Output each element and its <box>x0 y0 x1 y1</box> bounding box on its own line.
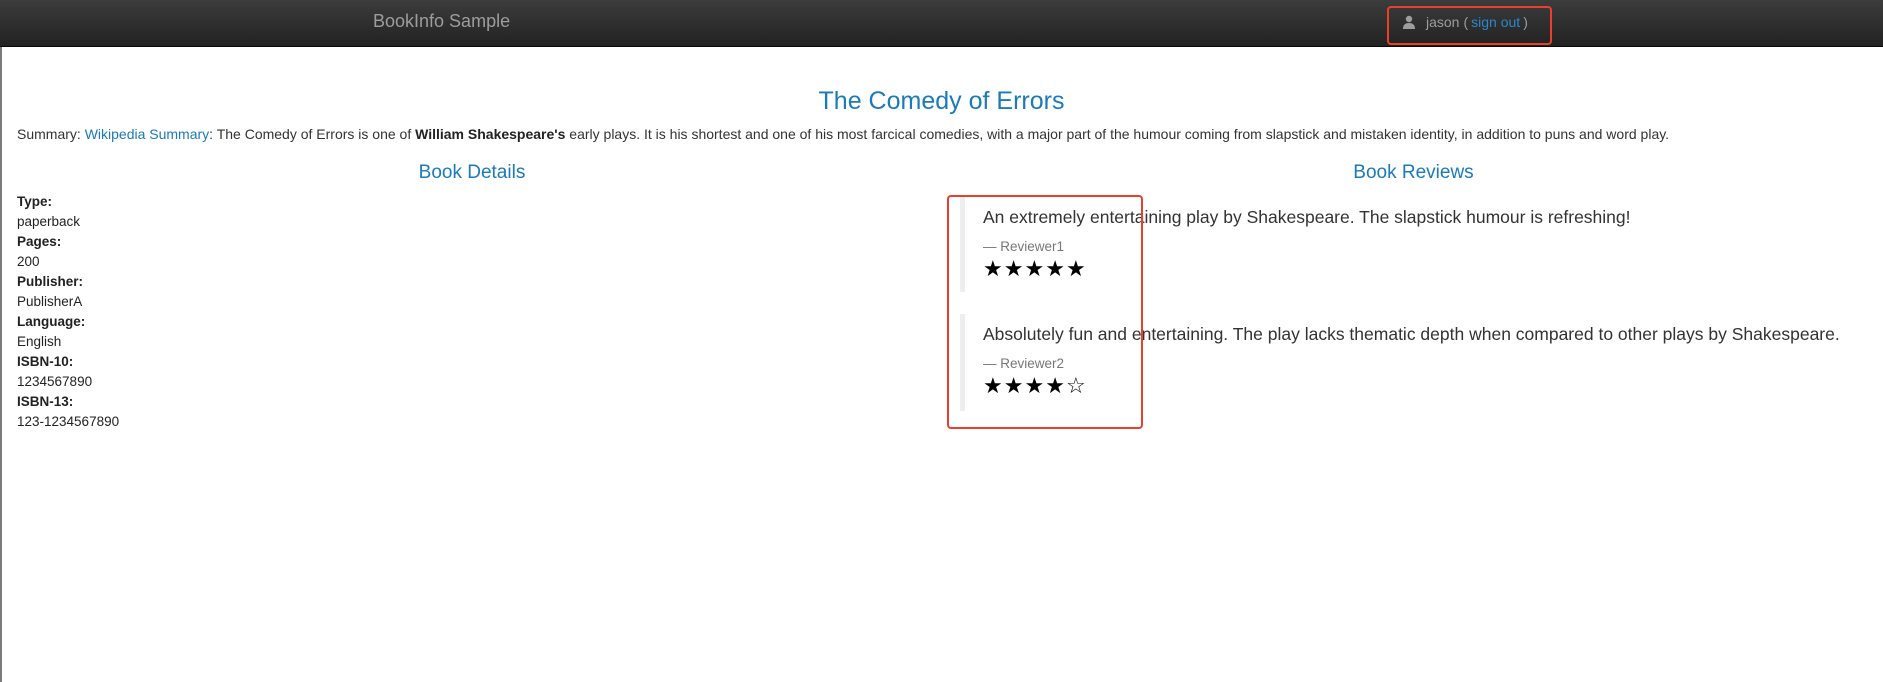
detail-value-language: English <box>17 334 62 349</box>
book-summary: Summary: Wikipedia Summary: The Comedy o… <box>17 124 1877 144</box>
detail-label-pages: Pages: <box>17 234 62 249</box>
open-paren: ( <box>1463 14 1469 30</box>
brand-link[interactable]: BookInfo Sample <box>373 11 510 31</box>
detail-label-isbn13: ISBN-13: <box>17 394 74 409</box>
user-info: jason ( sign out ) <box>1402 12 1528 32</box>
user-icon <box>1402 15 1416 29</box>
book-title: The Comedy of Errors <box>818 87 1065 115</box>
summary-text-2: early plays. It is his shortest and one … <box>565 126 1670 142</box>
username: jason <box>1426 14 1460 30</box>
book-details-list: Type: paperback Pages: 200 Publisher: Pu… <box>17 192 417 432</box>
summary-prefix: Summary: <box>17 126 85 142</box>
detail-value-type: paperback <box>17 214 81 229</box>
detail-value-publisher: PublisherA <box>17 294 83 309</box>
navbar: BookInfo Sample jason ( sign out ) <box>0 0 1883 47</box>
reviews-highlight-box <box>947 195 1143 429</box>
summary-text-1: : The Comedy of Errors is one of <box>209 126 416 142</box>
detail-value-isbn13: 123-1234567890 <box>17 414 120 429</box>
detail-label-type: Type: <box>17 194 53 209</box>
detail-label-language: Language: <box>17 314 86 329</box>
wikipedia-summary-link[interactable]: Wikipedia Summary <box>85 126 209 142</box>
sign-out-link[interactable]: sign out <box>1471 14 1520 30</box>
close-paren: ) <box>1523 14 1528 30</box>
detail-label-isbn10: ISBN-10: <box>17 354 74 369</box>
book-reviews-heading: Book Reviews <box>1353 162 1474 183</box>
book-details-heading: Book Details <box>418 162 526 183</box>
summary-author: William Shakespeare's <box>415 126 566 142</box>
detail-label-publisher: Publisher: <box>17 274 84 289</box>
detail-value-pages: 200 <box>17 254 40 269</box>
detail-value-isbn10: 1234567890 <box>17 374 93 389</box>
